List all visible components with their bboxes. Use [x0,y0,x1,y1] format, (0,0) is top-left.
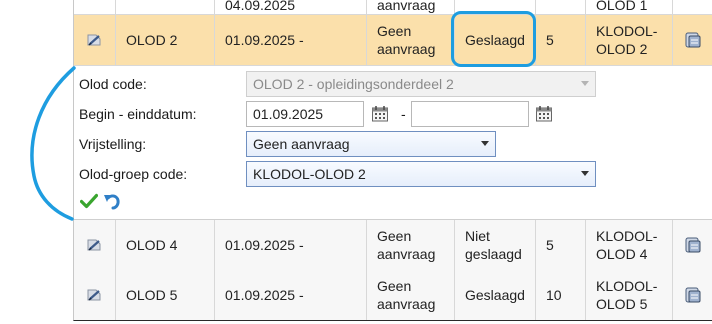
end-date-input[interactable] [411,101,529,127]
row-edit-cell [74,0,115,14]
pencil-icon[interactable] [86,33,103,47]
vrijstelling-select[interactable]: Geen aanvraag [246,131,496,157]
vrijstelling-value: Geen aanvraag [253,136,350,152]
details-cell [672,0,712,14]
date-separator: - [401,106,406,122]
bracket-annotation [30,66,76,221]
details-icon[interactable] [683,31,703,49]
details-cell [672,15,712,65]
olod-code-cell: OLOD 4 [115,220,214,270]
calendar-icon[interactable] [371,105,389,123]
status-cell: Geslaagd [454,270,535,320]
row-edit-cell [74,15,115,65]
table-row[interactable]: OLOD 4 01.09.2025 - Geen aanvraag Niet g… [74,219,712,271]
date-cell: 04.09.2025 [214,0,366,14]
olod-code-select: OLOD 2 - opleidingsonderdeel 2 [246,71,596,97]
begin-date-input[interactable]: 01.09.2025 [246,101,364,127]
groep-cell: OLOD 1 [585,0,672,14]
groep-cell: KLODOL-OLOD 5 [585,270,672,320]
number-cell: 5 [535,15,585,65]
olod-code-label: Olod code: [79,76,147,92]
groep-cell: KLODOL-OLOD 4 [585,220,672,270]
pencil-icon[interactable] [86,288,103,302]
groep-cell: KLODOL-OLOD 2 [585,15,672,65]
olod-code-value: OLOD 2 - opleidingsonderdeel 2 [253,76,454,92]
row-edit-cell [74,220,115,270]
status-cell: Niet geslaagd [454,220,535,270]
details-cell [672,270,712,320]
groep-select[interactable]: KLODOL-OLOD 2 [246,161,596,187]
olod-grid: 04.09.2025 aanvraag OLOD 1 OLOD 2 01.09.… [73,0,712,321]
status-highlight-annotation [451,11,536,67]
row-edit-cell [74,270,115,320]
dates-label: Begin - einddatum: [79,106,197,122]
olod-code-cell [115,0,214,14]
vrijstelling-label: Vrijstelling: [79,136,147,152]
details-cell [672,220,712,270]
groep-label: Olod-groep code: [79,166,188,182]
olod-code-cell: OLOD 5 [115,270,214,320]
table-row: 04.09.2025 aanvraag OLOD 1 [74,0,712,15]
chevron-down-icon [581,81,589,86]
begin-date-value: 01.09.2025 [253,106,324,122]
chevron-down-icon [481,141,489,146]
olod-code-cell: OLOD 2 [115,15,214,65]
number-cell [535,0,585,14]
table-row[interactable]: OLOD 5 01.09.2025 - Geen aanvraag Geslaa… [74,270,712,320]
undo-icon[interactable] [102,192,122,210]
details-icon[interactable] [683,236,703,254]
date-cell: 01.09.2025 - [214,220,366,270]
date-cell: 01.09.2025 - [214,15,366,65]
number-cell: 5 [535,220,585,270]
date-cell: 01.09.2025 - [214,270,366,320]
table-row-selected[interactable]: OLOD 2 01.09.2025 - Geen aanvraag Geslaa… [74,15,712,66]
vrijstelling-cell: Geen aanvraag [366,270,454,320]
vrijstelling-cell: aanvraag [366,0,454,14]
pencil-icon[interactable] [86,238,103,252]
vrijstelling-cell: Geen aanvraag [366,15,454,65]
vrijstelling-cell: Geen aanvraag [366,220,454,270]
number-cell: 10 [535,270,585,320]
details-icon[interactable] [683,286,703,304]
chevron-down-icon [581,171,589,176]
checkmark-icon[interactable] [80,193,98,209]
edit-form: Olod code: OLOD 2 - opleidingsonderdeel … [74,66,712,218]
calendar-icon[interactable] [535,105,553,123]
groep-value: KLODOL-OLOD 2 [253,166,366,182]
